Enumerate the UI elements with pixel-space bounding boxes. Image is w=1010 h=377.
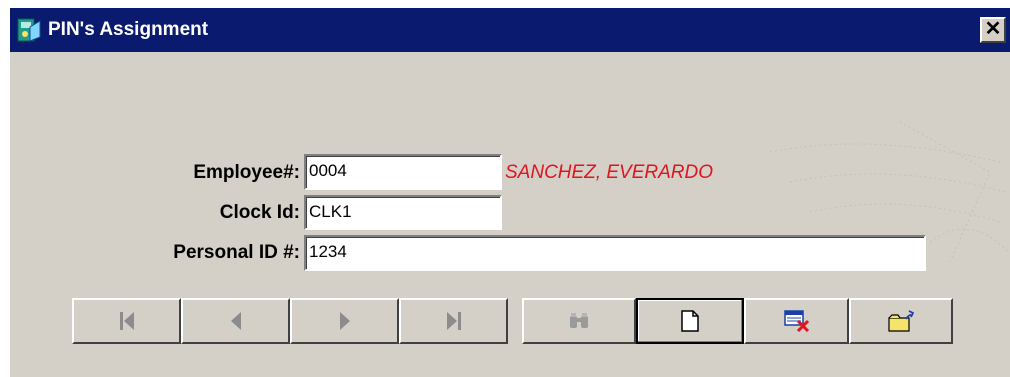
window-title: PIN's Assignment	[48, 19, 209, 40]
personal-id-field[interactable]: 1234	[304, 235, 926, 271]
form-area: Employee#: 0004 SANCHEZ, EVERARDO Clock …	[10, 52, 1010, 377]
first-record-button[interactable]	[72, 298, 181, 344]
clock-id-field[interactable]: CLK1	[304, 195, 502, 230]
last-record-icon	[446, 312, 461, 330]
delete-record-icon	[783, 310, 809, 332]
close-icon: ✕	[984, 18, 1002, 40]
personal-id-label: Personal ID #:	[173, 242, 300, 263]
clock-id-label: Clock Id:	[219, 202, 300, 223]
new-document-icon	[681, 310, 699, 332]
find-button[interactable]	[522, 298, 636, 344]
next-record-icon	[339, 312, 350, 330]
pins-assignment-window: PIN's Assignment ✕ Employee#: 0004 SANCH…	[8, 8, 1010, 377]
app-icon	[17, 18, 41, 42]
previous-record-icon	[230, 312, 241, 330]
previous-record-button[interactable]	[181, 298, 290, 344]
close-button[interactable]: ✕	[980, 17, 1006, 43]
new-record-button[interactable]	[636, 298, 744, 344]
background-texture	[769, 121, 1009, 263]
title-bar[interactable]: PIN's Assignment ✕	[10, 8, 1010, 52]
employee-name-text: SANCHEZ, EVERARDO	[505, 162, 713, 183]
employee-label: Employee#:	[193, 162, 300, 183]
open-folder-icon	[888, 310, 914, 332]
delete-record-button[interactable]	[744, 298, 849, 344]
open-button[interactable]	[849, 298, 953, 344]
last-record-button[interactable]	[399, 298, 508, 344]
first-record-icon	[119, 312, 134, 330]
binoculars-find-icon	[570, 313, 588, 328]
next-record-button[interactable]	[290, 298, 399, 344]
employee-number-field[interactable]: 0004	[304, 154, 502, 190]
